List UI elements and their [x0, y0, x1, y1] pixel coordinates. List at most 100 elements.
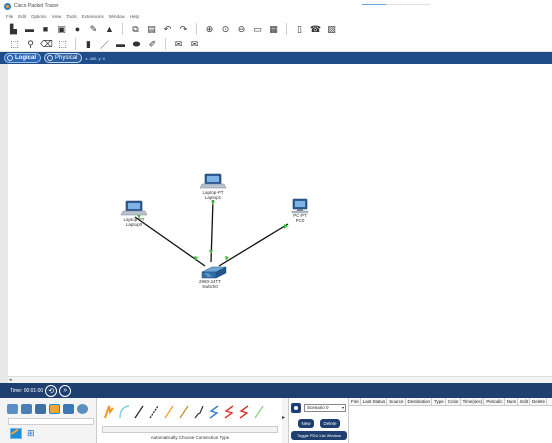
scenario-select[interactable]: Scenario 0 ▾ [304, 404, 346, 412]
pc0-icon[interactable] [291, 198, 309, 214]
undo-icon[interactable]: ↶ [162, 24, 173, 35]
logical-workspace[interactable]: Laptop-PT Laptop0 Laptop-PT Laptop1 PC-P… [8, 64, 552, 376]
auto-connection-icon[interactable] [102, 402, 115, 422]
switch0-name: Switch0 [202, 284, 218, 289]
pdu-col-time: Time(sec) [462, 398, 485, 405]
copy-icon[interactable]: ⧉ [130, 24, 141, 35]
place-note-icon[interactable]: ▮ [83, 39, 94, 50]
menu-edit[interactable]: Edit [18, 14, 26, 19]
custom-device-icon[interactable]: ▦ [268, 24, 279, 35]
ip-phone-icon[interactable]: ☎ [310, 24, 321, 35]
switch0-icon[interactable] [201, 266, 227, 279]
grid-subcategory-icon[interactable]: ⊞ [27, 428, 35, 439]
network-devices-category-icon[interactable] [7, 404, 18, 414]
new-file-icon[interactable]: ▙ [8, 24, 19, 35]
connection-type-caption: Automatically Choose Connection Type [150, 435, 230, 440]
activity-wizard-icon[interactable]: ✎ [88, 24, 99, 35]
image-icon[interactable]: ▨ [326, 24, 337, 35]
toolbar-separator [165, 38, 166, 50]
components-category-icon[interactable] [35, 404, 46, 414]
end-devices-category-icon[interactable] [21, 404, 32, 414]
scenario-panel: Scenario 0 ▾ New Delete Toggle PDU List … [288, 398, 348, 443]
octal-cable-icon[interactable] [237, 402, 250, 422]
physical-view-icon [47, 55, 54, 61]
fast-forward-time-icon[interactable]: » [59, 384, 72, 397]
phone-cable-icon[interactable] [177, 402, 190, 422]
physical-view-button[interactable]: Physical [44, 53, 83, 63]
zoom-in-icon[interactable]: ⊕ [204, 24, 215, 35]
pdu-col-fire: Fire [351, 398, 361, 405]
network-info-icon[interactable]: ▲ [104, 24, 115, 35]
menu-help[interactable]: Help [130, 14, 139, 19]
connections-category-icon[interactable] [49, 404, 60, 414]
new-scenario-button[interactable]: New [298, 419, 314, 428]
device-category-row [7, 404, 88, 414]
freeform-icon[interactable]: ✐ [147, 39, 158, 50]
pc0-name: PC0 [295, 218, 305, 223]
save-icon[interactable]: ■ [40, 24, 51, 35]
main-toolbar: ▙ ▬ ■ ▣ ● ✎ ▲ ⧉ ▤ ↶ ↷ ⊕ ⊙ ⊖ ▭ ▦ ▯ ☎ ▨ [0, 21, 552, 37]
pdu-col-edit: Edit [520, 398, 530, 405]
info-icon[interactable]: ● [72, 24, 83, 35]
laptop0-label: Laptop-PT Laptop0 [116, 217, 152, 227]
power-cycle-devices-icon[interactable]: ⟲ [45, 384, 58, 397]
device-search-box[interactable] [8, 418, 94, 425]
serial-dce-icon[interactable] [207, 402, 220, 422]
multiuser-category-icon[interactable] [77, 404, 88, 414]
open-folder-icon[interactable]: ▬ [24, 24, 35, 35]
print-icon[interactable]: ▣ [56, 24, 67, 35]
workspace-horizontal-scrollbar[interactable]: ◂ [8, 376, 552, 383]
toolbar-separator [75, 38, 76, 50]
zoom-out-icon[interactable]: ⊖ [236, 24, 247, 35]
draw-ellipse-icon[interactable]: ⬬ [131, 39, 142, 50]
fiber-cable-icon[interactable] [162, 402, 175, 422]
resize-shape-icon[interactable]: ⬚ [57, 39, 68, 50]
paste-icon[interactable]: ▤ [146, 24, 157, 35]
menu-file[interactable]: File [6, 14, 13, 19]
delete-icon[interactable]: ⌫ [40, 39, 53, 50]
laptop1-icon[interactable] [199, 173, 227, 189]
toggle-pdu-list-button[interactable]: Toggle PDU List Window [291, 431, 347, 440]
serial-dte-icon[interactable] [222, 402, 235, 422]
draw-line-icon[interactable]: ／ [99, 39, 110, 50]
packet-tracer-logo-icon [4, 2, 11, 10]
console-cable-icon[interactable] [117, 402, 130, 422]
menu-tools[interactable]: Tools [66, 14, 77, 19]
laptop0-name: Laptop0 [125, 222, 143, 227]
pdu-col-source: Source [389, 398, 406, 405]
title-bar-accent [362, 4, 386, 5]
miscellaneous-category-icon[interactable] [63, 404, 74, 414]
iot-custom-cable-icon[interactable] [252, 402, 265, 422]
menu-bar: File Edit Options View Tools Extensions … [0, 12, 552, 21]
zoom-reset-icon[interactable]: ⊙ [220, 24, 231, 35]
window-title: Cisco Packet Tracer [14, 3, 59, 9]
connections-subcategory-icon[interactable] [10, 428, 22, 439]
title-bar: Cisco Packet Tracer [0, 0, 552, 12]
add-complex-pdu-icon[interactable]: ✉ [189, 39, 200, 50]
logical-view-button[interactable]: Logical [4, 53, 42, 63]
select-icon[interactable]: ⬚ [9, 39, 20, 50]
add-simple-pdu-icon[interactable]: ✉ [173, 39, 184, 50]
menu-view[interactable]: View [52, 14, 62, 19]
time-bar: Time: 00:01:00 ⟲ » [0, 383, 552, 398]
expand-panel-arrow-icon[interactable]: ▸ [282, 414, 285, 421]
pdu-table-header: Fire Last Status Source Destination Type… [349, 398, 552, 406]
laptop0-icon[interactable] [120, 200, 148, 216]
connection-types-scrollbar[interactable] [102, 426, 278, 433]
redo-icon[interactable]: ↷ [178, 24, 189, 35]
menu-window[interactable]: Window [109, 14, 125, 19]
drawing-palette-icon[interactable]: ▭ [252, 24, 263, 35]
device-list-icon[interactable]: ▯ [294, 24, 305, 35]
coaxial-cable-icon[interactable] [192, 402, 205, 422]
inspect-icon[interactable]: ⚲ [25, 39, 36, 50]
menu-options[interactable]: Options [31, 14, 47, 19]
delete-scenario-button[interactable]: Delete [320, 419, 340, 428]
cable-pc0-switch0[interactable] [218, 223, 289, 267]
connection-types-panel: Automatically Choose Connection Type [96, 398, 282, 443]
menu-extensions[interactable]: Extensions [82, 14, 104, 19]
title-bar-divider [386, 4, 430, 5]
copper-cross-over-icon[interactable] [147, 402, 160, 422]
copper-straight-through-icon[interactable] [132, 402, 145, 422]
draw-rectangle-icon[interactable]: ▬ [115, 39, 126, 50]
pc0-label: PC-PT PC0 [284, 213, 316, 223]
